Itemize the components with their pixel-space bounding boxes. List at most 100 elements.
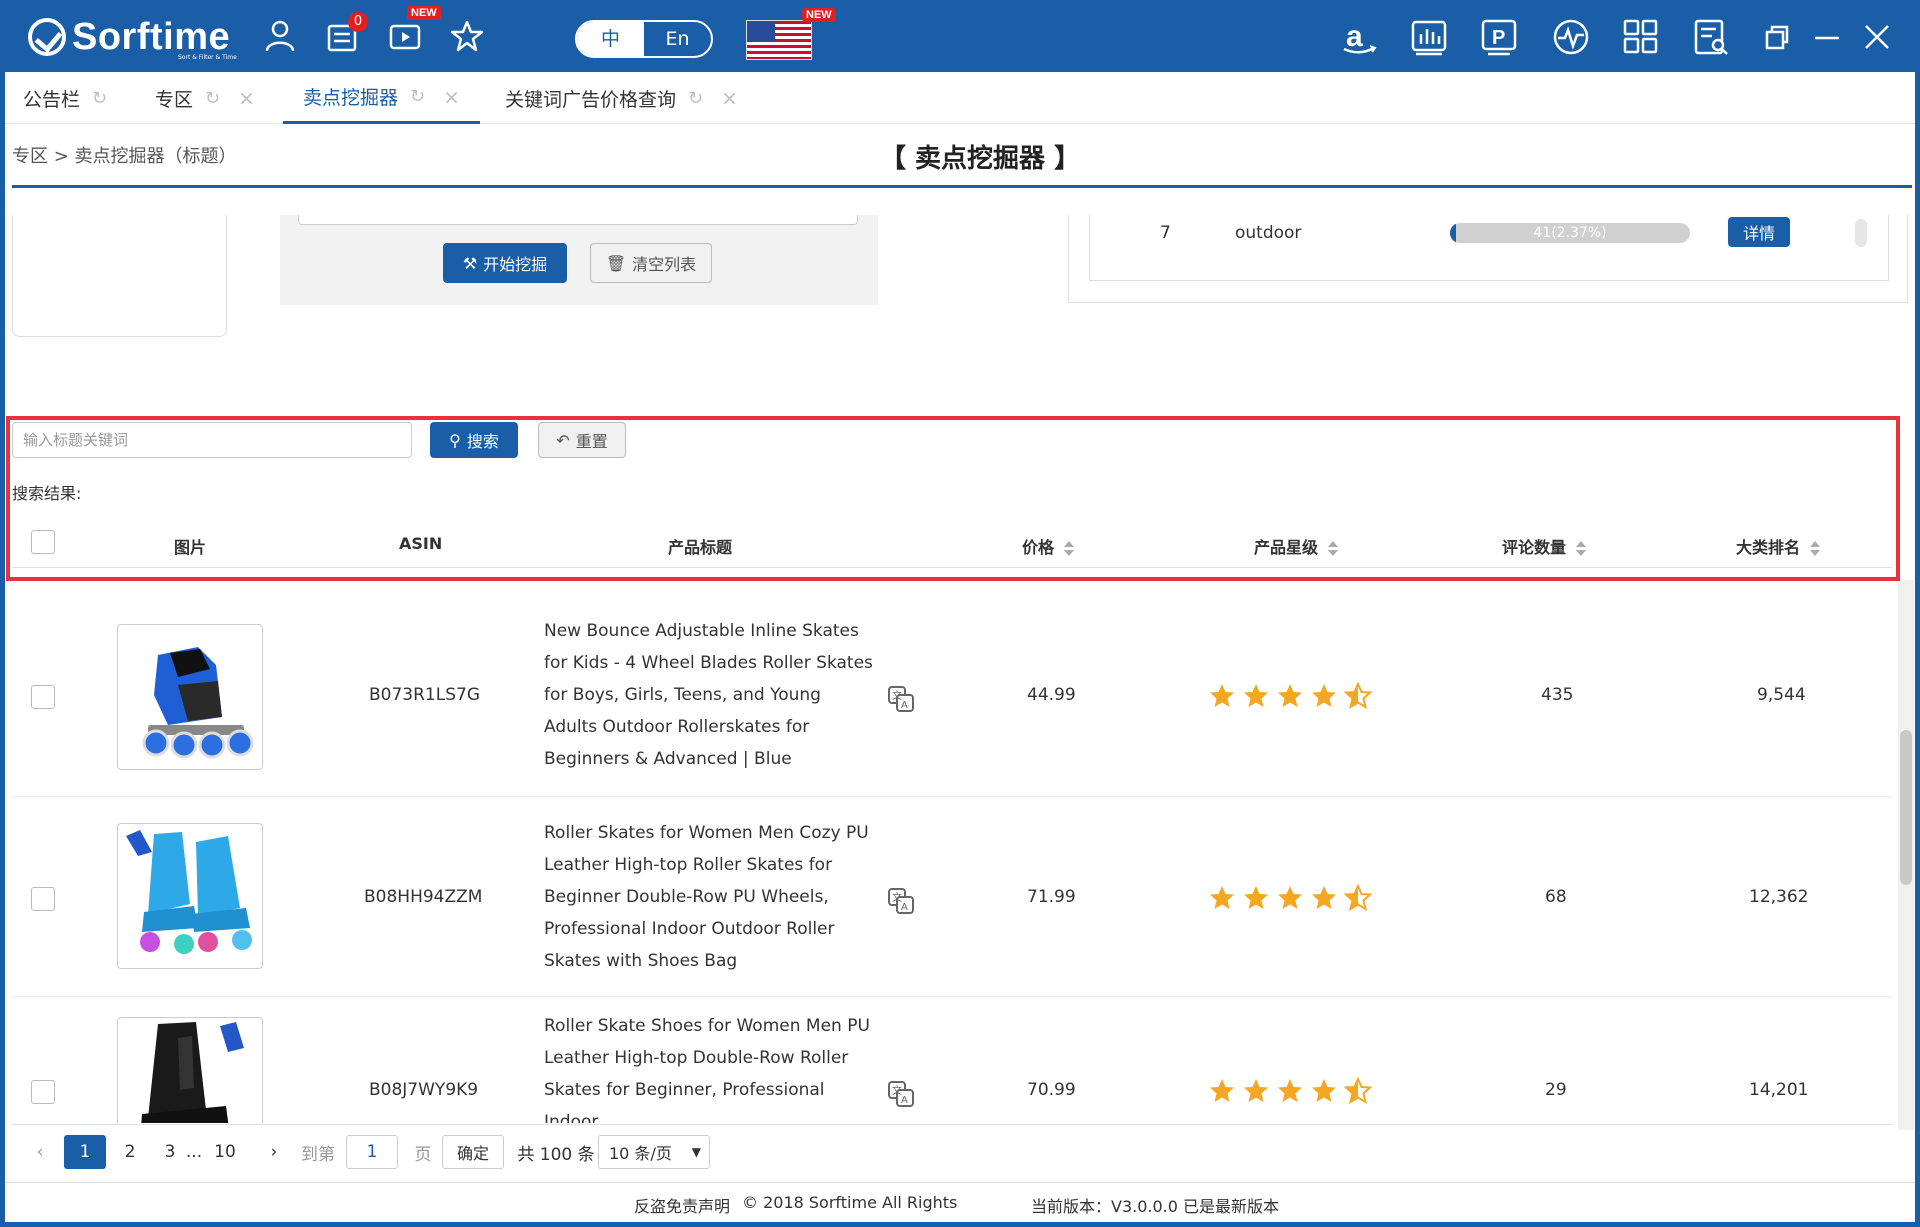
close-icon[interactable]: × [721,86,738,110]
start-mining-button[interactable]: ⚒ 开始挖掘 [443,243,567,283]
row-reviews: 29 [1545,1080,1567,1100]
header-rating[interactable]: 产品星级 [1254,534,1339,558]
prev-page-icon[interactable]: ‹ [28,1135,52,1169]
keyword-rank: 7 [1160,223,1171,243]
video-new-badge: NEW [407,6,441,20]
product-image-roller-skate-blue[interactable] [117,823,263,969]
goto-confirm-button[interactable]: 确定 [442,1135,504,1169]
chart-report-icon[interactable] [1408,16,1450,58]
refresh-icon[interactable]: ↻ [92,88,107,109]
translate-icon[interactable]: 文A [886,684,916,714]
page-2[interactable]: 2 [118,1135,142,1169]
refresh-icon[interactable]: ↻ [688,88,703,109]
star-half-icon [1344,682,1372,710]
row-rank: 9,544 [1757,685,1806,705]
next-page-icon[interactable]: › [262,1135,286,1169]
product-image-roller-skate-black[interactable] [117,1017,263,1123]
product-image-inline-skate[interactable] [117,624,263,770]
header-reviews[interactable]: 评论数量 [1502,534,1587,558]
sort-icon[interactable] [1576,540,1587,557]
page-title: 【 卖点挖掘器 】 [880,144,1081,174]
header-asin: ASIN [399,534,443,553]
breadcrumb-row: 专区 > 卖点挖掘器（标题） 【 卖点挖掘器 】 [12,128,1912,188]
hammer-icon: ⚒ [462,253,478,273]
star-full-icon [1312,684,1336,707]
table-row: B073R1LS7G New Bounce Adjustable Inline … [12,597,1892,797]
table-header: 图片 ASIN 产品标题 价格 产品星级 评论数量 大类排名 [12,520,1892,568]
title-keyword-search-input[interactable] [12,422,412,458]
window-border-right [1915,72,1920,1227]
tab-selling-point-miner[interactable]: 卖点挖掘器 ↻ × [283,72,480,124]
keyword-detail-button[interactable]: 详情 [1728,217,1790,247]
tab-bulletin[interactable]: 公告栏 ↻ [23,72,107,124]
row-rank: 14,201 [1749,1080,1809,1100]
window-border-left [0,72,5,1227]
row-rank: 12,362 [1749,887,1809,907]
goto-page-input[interactable] [346,1135,398,1169]
lang-english[interactable]: En [644,22,711,56]
page-3[interactable]: 3 [158,1135,182,1169]
amazon-icon[interactable]: a [1338,16,1380,58]
copyright-text: © 2018 Sorftime All Rights [742,1193,958,1212]
minimize-icon[interactable] [1806,16,1848,58]
page-ellipsis: ... [185,1142,203,1162]
image-upload-box[interactable] [12,215,227,337]
star-half-icon [1344,884,1372,912]
translate-icon[interactable]: 文A [886,1079,916,1109]
brand-name: Sorftime [72,15,231,58]
restore-window-icon[interactable] [1756,16,1798,58]
lang-chinese[interactable]: 中 [577,22,644,56]
total-count: 共 100 条 [517,1144,595,1165]
product-p-icon[interactable]: P [1478,16,1520,58]
keyword-list-scrollbar[interactable] [1855,219,1867,247]
us-flag-icon[interactable] [746,20,812,60]
brand-tagline: Sort & Filter & Time [178,54,237,61]
user-icon[interactable] [260,16,300,56]
table-scrollbar-thumb[interactable] [1900,730,1912,885]
page-1[interactable]: 1 [64,1135,106,1169]
close-window-icon[interactable] [1856,16,1898,58]
notification-icon[interactable]: 0 [322,12,368,56]
translate-icon[interactable]: 文A [886,886,916,916]
row-checkbox[interactable] [31,1080,55,1104]
refresh-icon[interactable]: ↻ [410,86,425,107]
page-10[interactable]: 10 [210,1135,240,1169]
row-product-title: Roller Skate Shoes for Women Men PU Leat… [544,1016,870,1123]
document-search-icon[interactable] [1690,16,1732,58]
close-icon[interactable]: × [443,85,460,109]
tab-keyword-ad-price[interactable]: 关键词广告价格查询 ↻ × [505,72,738,124]
clear-list-button[interactable]: 🗑 清空列表 [590,243,712,283]
sort-icon[interactable] [1810,540,1821,557]
star-full-icon [1210,886,1234,909]
star-full-icon [1210,684,1234,707]
pulse-monitor-icon[interactable] [1550,16,1592,58]
header-price[interactable]: 价格 [1022,534,1075,558]
pagination: ‹ 1 2 3 ... 10 › 到第 页 确定 共 100 条 10 条/页 … [12,1124,1892,1178]
close-icon[interactable]: × [238,86,255,110]
star-full-icon [1278,886,1302,909]
select-all-checkbox[interactable] [31,530,55,554]
page-size-select[interactable]: 10 条/页 ▼ [598,1135,710,1169]
table-scrollbar[interactable] [1898,580,1914,1130]
clear-list-label: 清空列表 [632,255,697,274]
sort-icon[interactable] [1064,540,1075,557]
miner-input[interactable] [298,215,858,225]
video-icon[interactable]: NEW [385,6,441,56]
reset-button[interactable]: ↶ 重置 [538,422,626,458]
row-checkbox[interactable] [31,887,55,911]
star-full-icon [1312,886,1336,909]
disclaimer-link[interactable]: 反盗免责声明 [634,1193,730,1217]
grid-apps-icon[interactable] [1620,16,1662,58]
search-button[interactable]: ⚲ 搜索 [430,422,518,458]
version-text: 当前版本：V3.0.0.0 已是最新版本 [1031,1197,1280,1216]
breadcrumb: 专区 > 卖点挖掘器（标题） [12,146,237,167]
sort-icon[interactable] [1328,540,1339,557]
language-toggle[interactable]: 中 En [575,20,713,58]
row-checkbox[interactable] [31,685,55,709]
header-rank[interactable]: 大类排名 [1736,534,1821,558]
favorite-star-icon[interactable] [447,16,487,56]
tab-zone[interactable]: 专区 ↻ × [155,72,255,124]
refresh-icon[interactable]: ↻ [205,88,220,109]
svg-text:A: A [901,902,908,913]
start-mining-label: 开始挖掘 [483,255,548,274]
